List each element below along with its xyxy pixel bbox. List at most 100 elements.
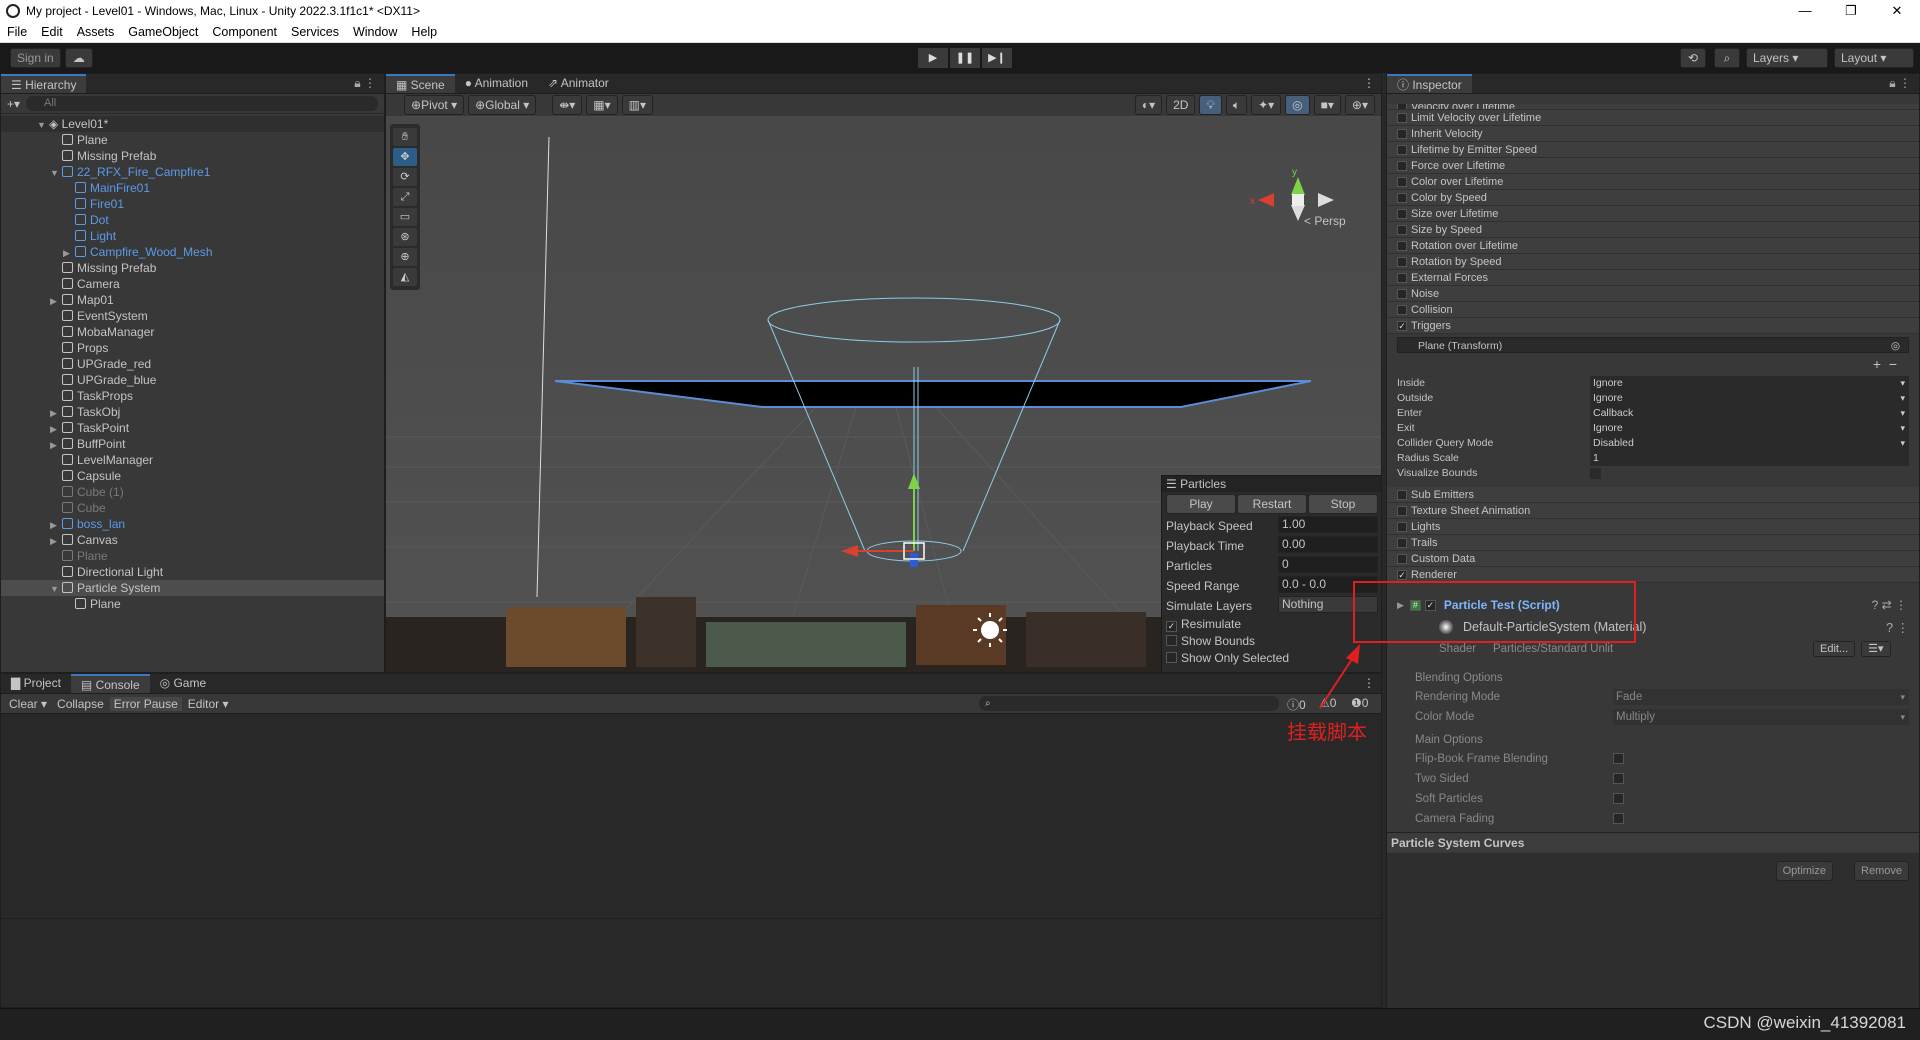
- particles-row-value[interactable]: 0: [1278, 556, 1378, 573]
- grid-icon[interactable]: ▦▾: [586, 95, 618, 115]
- console-log-area[interactable]: [1, 714, 1381, 919]
- checkbox[interactable]: [1166, 635, 1177, 646]
- tab-animator[interactable]: ⇗ Animator: [538, 74, 619, 93]
- pivot-dropdown[interactable]: ⊕Pivot ▾: [404, 95, 465, 115]
- checkbox[interactable]: [1166, 652, 1177, 663]
- module-checkbox[interactable]: [1397, 553, 1407, 564]
- trigger-object-field[interactable]: Plane (Transform) ◎: [1397, 337, 1909, 353]
- hierarchy-item[interactable]: Missing Prefab: [1, 260, 384, 276]
- tab-game[interactable]: ◎ Game: [150, 674, 217, 693]
- menu-help[interactable]: Help: [404, 25, 444, 39]
- tab-animation[interactable]: ● Animation: [455, 74, 538, 93]
- module-checkbox[interactable]: [1397, 224, 1407, 235]
- persp-label[interactable]: < Persp: [1304, 214, 1346, 228]
- shader-list-icon[interactable]: ☰▾: [1861, 641, 1891, 657]
- clear-button[interactable]: Clear ▾: [5, 697, 51, 711]
- hierarchy-item[interactable]: Plane: [1, 596, 384, 612]
- hierarchy-item[interactable]: UPGrade_blue: [1, 372, 384, 388]
- expand-arrow-icon[interactable]: ▶: [50, 437, 62, 453]
- hierarchy-search-input[interactable]: All: [26, 96, 378, 111]
- property-value[interactable]: 1: [1590, 451, 1909, 466]
- option-checkbox[interactable]: [1613, 813, 1624, 824]
- module-row[interactable]: Collision: [1387, 302, 1919, 318]
- transform-tool-icon[interactable]: ⊛: [393, 228, 417, 246]
- hierarchy-item[interactable]: UPGrade_red: [1, 356, 384, 372]
- module-row[interactable]: Trails: [1387, 535, 1919, 551]
- module-checkbox[interactable]: [1397, 240, 1407, 251]
- visibility-icon[interactable]: ◎: [1285, 95, 1310, 115]
- module-checkbox[interactable]: [1397, 128, 1407, 139]
- module-row[interactable]: Sub Emitters: [1387, 487, 1919, 503]
- module-checkbox[interactable]: ✓: [1397, 320, 1407, 331]
- hierarchy-item[interactable]: Light: [1, 228, 384, 244]
- module-checkbox[interactable]: [1397, 489, 1407, 500]
- global-dropdown[interactable]: ⊕Global ▾: [468, 95, 537, 115]
- lighting-icon[interactable]: 💡︎: [1199, 95, 1222, 115]
- tab-project[interactable]: ▇ Project: [1, 674, 71, 693]
- target-icon[interactable]: ◎: [1891, 338, 1900, 354]
- lock-icon[interactable]: 🔒︎ ⋮: [354, 76, 376, 91]
- module-row[interactable]: Size by Speed: [1387, 222, 1919, 238]
- module-checkbox[interactable]: [1397, 304, 1407, 315]
- increment-icon[interactable]: ▥▾: [621, 95, 654, 115]
- module-checkbox[interactable]: [1397, 208, 1407, 219]
- menu-window[interactable]: Window: [346, 25, 404, 39]
- expand-arrow-icon[interactable]: ▶: [50, 517, 62, 533]
- module-row[interactable]: Color by Speed: [1387, 190, 1919, 206]
- option-checkbox[interactable]: [1613, 773, 1624, 784]
- sign-in-button[interactable]: Sign in: [10, 48, 61, 68]
- pause-button[interactable]: ❚❚: [950, 48, 980, 68]
- custom-tool-icon[interactable]: ⊕: [393, 248, 417, 266]
- module-row[interactable]: Limit Velocity over Lifetime: [1387, 110, 1919, 126]
- optimize-button[interactable]: Optimize: [1775, 861, 1833, 881]
- module-row[interactable]: Noise: [1387, 286, 1919, 302]
- property-value[interactable]: Ignore: [1590, 376, 1909, 391]
- hierarchy-item[interactable]: ▼ 22_RFX_Fire_Campfire1: [1, 164, 384, 180]
- hierarchy-item[interactable]: MobaManager: [1, 324, 384, 340]
- close-button[interactable]: ✕: [1874, 0, 1920, 22]
- component-menu-icon[interactable]: ? ⇄ ⋮: [1872, 598, 1907, 612]
- gizmos-icon[interactable]: ⊕▾: [1344, 95, 1375, 115]
- module-checkbox[interactable]: [1397, 112, 1407, 123]
- camera-icon[interactable]: ■▾: [1313, 95, 1341, 115]
- module-row[interactable]: Texture Sheet Animation: [1387, 503, 1919, 519]
- curves-header[interactable]: Particle System Curves: [1387, 832, 1919, 852]
- module-checkbox[interactable]: [1397, 256, 1407, 267]
- tab-hierarchy[interactable]: ☰ Hierarchy: [1, 74, 87, 93]
- hierarchy-item[interactable]: Capsule: [1, 468, 384, 484]
- module-checkbox[interactable]: [1397, 160, 1407, 171]
- material-menu-icon[interactable]: ? ⋮: [1886, 620, 1909, 635]
- module-row[interactable]: Color over Lifetime: [1387, 174, 1919, 190]
- hand-tool-icon[interactable]: ✋︎: [393, 128, 417, 146]
- more-icon[interactable]: ⋮: [1363, 76, 1375, 90]
- module-checkbox[interactable]: [1397, 288, 1407, 299]
- snap-icon[interactable]: ⇼▾: [552, 95, 583, 115]
- hierarchy-item[interactable]: ▶ Campfire_Wood_Mesh: [1, 244, 384, 260]
- menu-file[interactable]: File: [0, 25, 34, 39]
- scene-root[interactable]: ▼ ◈ Level01*: [1, 116, 384, 132]
- hierarchy-item[interactable]: Cube: [1, 500, 384, 516]
- particles-row-value[interactable]: 0.00: [1278, 536, 1378, 553]
- hierarchy-item[interactable]: Cube (1): [1, 484, 384, 500]
- log-count[interactable]: ⓘ0: [1287, 696, 1306, 713]
- module-checkbox[interactable]: [1397, 192, 1407, 203]
- module-row[interactable]: Rotation over Lifetime: [1387, 238, 1919, 254]
- effects-icon[interactable]: ✦▾: [1251, 95, 1282, 115]
- module-row[interactable]: Inherit Velocity: [1387, 126, 1919, 142]
- console-search-input[interactable]: ⌕: [979, 696, 1279, 711]
- hierarchy-item[interactable]: Directional Light: [1, 564, 384, 580]
- hierarchy-item[interactable]: ▼ Particle System: [1, 580, 384, 596]
- expand-arrow-icon[interactable]: ▼: [50, 165, 62, 181]
- module-row[interactable]: ✓ Triggers: [1387, 318, 1919, 334]
- module-checkbox[interactable]: [1397, 144, 1407, 155]
- particles-restart-button[interactable]: Restart: [1237, 494, 1307, 514]
- module-checkbox[interactable]: [1397, 537, 1407, 548]
- module-row[interactable]: External Forces: [1387, 270, 1919, 286]
- shading-icon[interactable]: ◐▾: [1134, 95, 1163, 115]
- expand-arrow-icon[interactable]: ▶: [50, 293, 62, 309]
- cloud-icon[interactable]: ☁: [64, 48, 93, 68]
- layout-dropdown[interactable]: Layout ▾: [1834, 48, 1914, 68]
- property-dropdown[interactable]: Multiply: [1613, 709, 1909, 725]
- particles-play-button[interactable]: Play: [1166, 494, 1236, 514]
- module-row[interactable]: Size over Lifetime: [1387, 206, 1919, 222]
